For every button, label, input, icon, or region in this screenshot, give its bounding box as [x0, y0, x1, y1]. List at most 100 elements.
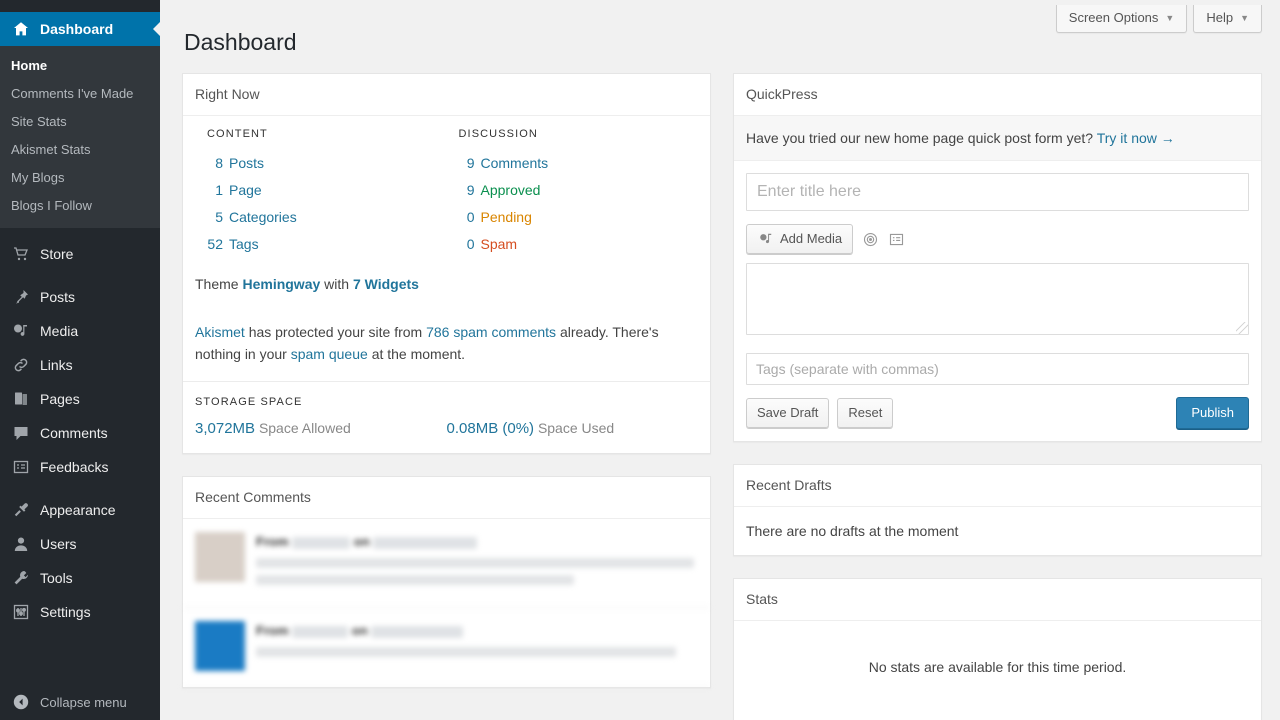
try-it-now-link[interactable]: Try it now → — [1097, 130, 1175, 146]
on-word: on — [351, 623, 368, 638]
space-used-cell: 0.08MB (0%) Space Used — [447, 418, 699, 439]
post-content-textarea[interactable] — [746, 263, 1249, 335]
sidebar-item-feedbacks[interactable]: Feedbacks — [0, 450, 160, 484]
spam-queue-link[interactable]: spam queue — [291, 346, 368, 362]
sidebar-subitem-my-blogs[interactable]: My Blogs — [0, 164, 160, 192]
save-draft-button[interactable]: Save Draft — [746, 398, 830, 428]
screen-options-button[interactable]: Screen Options ▼ — [1055, 5, 1188, 33]
sidebar-item-comments[interactable]: Comments — [0, 416, 160, 450]
sidebar-item-label: Links — [40, 357, 73, 373]
sidebar-item-media[interactable]: Media — [0, 314, 160, 348]
table-row[interactable]: 9 Approved — [447, 177, 699, 204]
reset-button[interactable]: Reset — [837, 398, 894, 428]
pages-icon — [11, 389, 31, 409]
comment-body: From on — [256, 532, 698, 592]
posts-label[interactable]: Posts — [229, 150, 447, 177]
from-word: From — [256, 534, 289, 549]
table-row[interactable]: 9 Comments — [447, 150, 699, 177]
tags-label[interactable]: Tags — [229, 231, 447, 258]
collapse-menu-button[interactable]: Collapse menu — [0, 692, 160, 712]
table-row[interactable]: 52 Tags — [195, 231, 447, 258]
table-row[interactable]: 5 Categories — [195, 204, 447, 231]
redacted-author — [292, 625, 349, 638]
pages-count[interactable]: 1 — [195, 177, 229, 204]
table-row[interactable]: 0 Pending — [447, 204, 699, 231]
comment-meta: From on — [256, 532, 698, 551]
table-row[interactable]: 1 Page — [195, 177, 447, 204]
space-used-label: Space Used — [537, 420, 615, 436]
collapse-menu-label: Collapse menu — [40, 694, 127, 710]
sidebar-item-users[interactable]: Users — [0, 527, 160, 561]
recent-drafts-title: Recent Drafts — [734, 465, 1261, 507]
list-item[interactable]: From on — [183, 608, 710, 687]
comments-label[interactable]: Comments — [481, 150, 699, 177]
right-now-content-column: CONTENT 8 Posts 1 Page 5 Categories 52 T… — [195, 128, 447, 258]
storage-heading: STORAGE SPACE — [195, 396, 303, 408]
widgets-link[interactable]: 7 Widgets — [353, 276, 419, 292]
sidebar-item-posts[interactable]: Posts — [0, 280, 160, 314]
akismet-link[interactable]: Akismet — [195, 324, 245, 340]
space-allowed-cell: 3,072MB Space Allowed — [195, 418, 447, 439]
sidebar-item-label: Media — [40, 323, 79, 339]
comment-excerpt — [256, 647, 698, 657]
redacted-post-title — [371, 625, 464, 638]
sidebar-item-label: Feedbacks — [40, 459, 109, 475]
record-audio-icon[interactable] — [862, 231, 879, 248]
table-row[interactable]: 0 Spam — [447, 231, 699, 258]
sidebar-subitem-home[interactable]: Home — [0, 52, 160, 80]
avatar — [195, 621, 245, 671]
home-icon — [11, 19, 31, 39]
space-allowed-value: 3,072MB — [195, 420, 256, 437]
wrench-icon — [11, 568, 31, 588]
pin-icon — [11, 287, 31, 307]
sidebar-item-tools[interactable]: Tools — [0, 561, 160, 595]
theme-name-link[interactable]: Hemingway — [242, 276, 320, 292]
sidebar-subitem-comments-ive-made[interactable]: Comments I've Made — [0, 80, 160, 108]
sidebar-subitem-akismet-stats[interactable]: Akismet Stats — [0, 136, 160, 164]
post-tags-input[interactable] — [746, 353, 1249, 385]
chevron-down-icon: ▼ — [1165, 12, 1175, 23]
pending-count[interactable]: 0 — [447, 204, 481, 231]
secondary-actions: Save Draft Reset — [746, 398, 894, 428]
categories-count[interactable]: 5 — [195, 204, 229, 231]
sidebar-item-pages[interactable]: Pages — [0, 382, 160, 416]
content-heading: CONTENT — [207, 128, 268, 140]
sidebar-item-settings[interactable]: Settings — [0, 595, 160, 629]
posts-count[interactable]: 8 — [195, 150, 229, 177]
sidebar-subitem-site-stats[interactable]: Site Stats — [0, 108, 160, 136]
link-icon — [11, 355, 31, 375]
add-media-button[interactable]: Add Media — [746, 224, 854, 254]
stats-title: Stats — [734, 579, 1261, 621]
theme-mid: with — [324, 276, 350, 292]
approved-count[interactable]: 9 — [447, 177, 481, 204]
comments-count[interactable]: 9 — [447, 150, 481, 177]
pending-label[interactable]: Pending — [481, 204, 699, 231]
categories-label[interactable]: Categories — [229, 204, 447, 231]
redacted-author — [292, 536, 351, 549]
sidebar-item-dashboard[interactable]: Dashboard — [0, 12, 160, 46]
sidebar-item-links[interactable]: Links — [0, 348, 160, 382]
discussion-heading: DISCUSSION — [458, 128, 538, 140]
space-used-value: 0.08MB (0%) — [446, 420, 535, 437]
sidebar-item-appearance[interactable]: Appearance — [0, 493, 160, 527]
publish-button[interactable]: Publish — [1176, 397, 1249, 429]
menu-separator — [0, 228, 160, 237]
add-poll-icon[interactable] — [888, 231, 905, 248]
sidebar-item-label: Dashboard — [40, 21, 114, 37]
dashboard-right-column: QuickPress Have you tried our new home p… — [733, 73, 1262, 720]
list-item[interactable]: From on — [183, 519, 710, 608]
recent-drafts-empty-text: There are no drafts at the moment — [746, 523, 959, 539]
tags-count[interactable]: 52 — [195, 231, 229, 258]
pages-label[interactable]: Page — [229, 177, 447, 204]
help-button[interactable]: Help ▼ — [1193, 5, 1262, 33]
sidebar-item-label: Pages — [40, 391, 80, 407]
recent-comments-title: Recent Comments — [183, 477, 710, 519]
post-title-input[interactable] — [746, 173, 1249, 211]
approved-label[interactable]: Approved — [481, 177, 699, 204]
spam-comments-count-link[interactable]: 786 spam comments — [426, 324, 556, 340]
spam-label[interactable]: Spam — [481, 231, 699, 258]
table-row[interactable]: 8 Posts — [195, 150, 447, 177]
sidebar-subitem-blogs-i-follow[interactable]: Blogs I Follow — [0, 192, 160, 220]
spam-count[interactable]: 0 — [447, 231, 481, 258]
sidebar-item-store[interactable]: Store — [0, 237, 160, 271]
